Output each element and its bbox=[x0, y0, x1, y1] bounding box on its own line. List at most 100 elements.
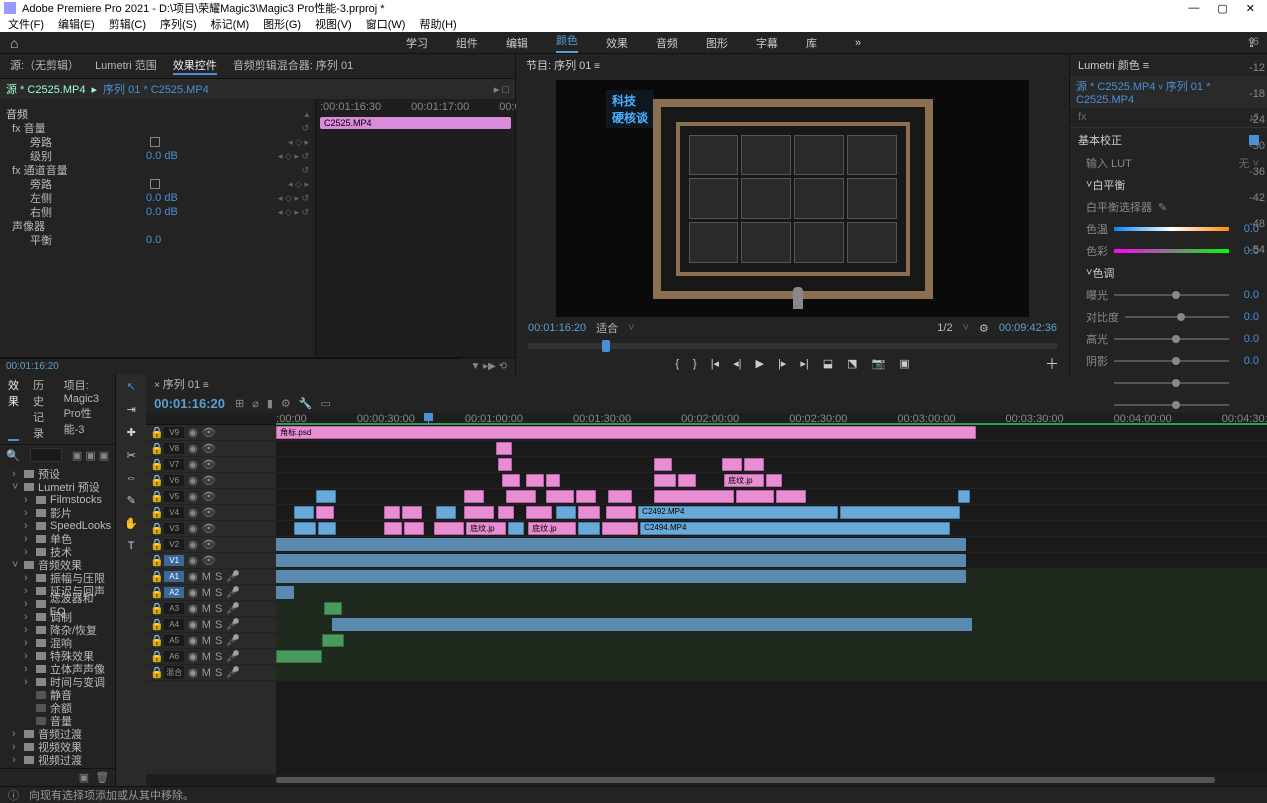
atrack-header[interactable]: 🔒A3◉MS🎤 bbox=[146, 601, 276, 617]
atrack-header[interactable]: 🔒A2◉MS🎤 bbox=[146, 585, 276, 601]
type-tool-icon[interactable]: T bbox=[128, 540, 135, 552]
timeline-clip[interactable] bbox=[508, 522, 524, 535]
settings-icon[interactable]: ⚙ bbox=[979, 322, 989, 335]
menu-file[interactable]: 文件(F) bbox=[8, 16, 44, 32]
menu-sequence[interactable]: 序列(S) bbox=[160, 16, 197, 32]
timeline-clip[interactable] bbox=[506, 490, 536, 503]
efc-keyframe-area[interactable]: :00:01:16:30 00:01:17:00 00:01:17:30 00:… bbox=[315, 99, 515, 357]
timeline-clip[interactable] bbox=[276, 554, 966, 567]
play-icon[interactable]: ▶ bbox=[755, 357, 763, 370]
timeline-clip[interactable] bbox=[496, 442, 512, 455]
tab-audio-mixer[interactable]: 音频剪辑混合器: 序列 01 bbox=[233, 57, 353, 75]
timeline-clip[interactable] bbox=[502, 474, 520, 487]
timeline-clip[interactable] bbox=[384, 522, 402, 535]
go-out-icon[interactable]: ▸| bbox=[800, 357, 808, 370]
tree-item[interactable]: ›视频过渡 bbox=[4, 753, 111, 766]
new-bin-icon[interactable]: ▣ bbox=[79, 771, 89, 784]
home-icon[interactable]: ⌂ bbox=[10, 35, 18, 51]
timeline-clip[interactable] bbox=[294, 522, 316, 535]
timeline-clip[interactable] bbox=[526, 474, 544, 487]
timeline-clip[interactable] bbox=[546, 474, 560, 487]
timeline-clip[interactable] bbox=[526, 506, 552, 519]
vtrack-header[interactable]: 🔒V8◉👁 bbox=[146, 441, 276, 457]
timeline-clip[interactable] bbox=[498, 458, 512, 471]
close-button[interactable]: ✕ bbox=[1246, 2, 1255, 15]
mark-in-icon[interactable]: { bbox=[675, 358, 679, 370]
tab-source[interactable]: 源:（无剪辑） bbox=[10, 57, 79, 75]
trash-icon[interactable]: 🗑 bbox=[95, 771, 109, 784]
atrack-header[interactable]: 🔒A5◉MS🎤 bbox=[146, 633, 276, 649]
timeline-clip[interactable] bbox=[722, 458, 742, 471]
go-in-icon[interactable]: |◂ bbox=[711, 357, 719, 370]
timeline-clip[interactable] bbox=[736, 490, 774, 503]
tl-seq-name[interactable]: 序列 01 bbox=[163, 379, 200, 391]
timeline-clip[interactable] bbox=[654, 458, 672, 471]
selection-tool-icon[interactable]: ↖ bbox=[127, 380, 136, 393]
timeline-clip[interactable] bbox=[276, 538, 966, 551]
vtrack-header[interactable]: 🔒V2◉👁 bbox=[146, 537, 276, 553]
left-value[interactable]: 0.0 dB bbox=[146, 192, 178, 204]
timeline-clip[interactable] bbox=[654, 490, 734, 503]
timeline-clip[interactable] bbox=[324, 602, 342, 615]
timeline-clip[interactable] bbox=[464, 506, 494, 519]
efc-clip[interactable]: C2525.MP4 bbox=[320, 117, 511, 129]
timeline-clip[interactable]: C2492.MP4 bbox=[638, 506, 838, 519]
prog-timecode[interactable]: 00:01:16:20 bbox=[528, 322, 586, 334]
tree-item[interactable]: ˅Lumetri 预设 bbox=[4, 480, 111, 493]
bypass-checkbox[interactable] bbox=[150, 137, 160, 147]
vtrack-header[interactable]: 🔒V1◉👁 bbox=[146, 553, 276, 569]
atrack-header[interactable]: 🔒混合◉MS🎤 bbox=[146, 665, 276, 681]
timeline-clip[interactable] bbox=[404, 522, 424, 535]
step-fwd-icon[interactable]: |▸ bbox=[778, 357, 786, 370]
timeline-clip[interactable] bbox=[606, 506, 636, 519]
button-editor-icon[interactable]: ＋ bbox=[1045, 354, 1059, 374]
vtrack-header[interactable]: 🔒V4◉👁 bbox=[146, 505, 276, 521]
ws-assembly[interactable]: 组件 bbox=[456, 35, 478, 51]
timeline-zoom-scroll[interactable] bbox=[276, 777, 1215, 783]
tl-timecode[interactable]: 00:01:16:20 bbox=[154, 396, 225, 411]
eyedropper-icon[interactable]: ✎ bbox=[1158, 201, 1167, 214]
atrack-header[interactable]: 🔒A6◉MS🎤 bbox=[146, 649, 276, 665]
caption-icon[interactable]: ▭ bbox=[320, 397, 330, 410]
lum-basic[interactable]: 基本校正 bbox=[1078, 132, 1122, 148]
track-headers[interactable]: 🔒V9◉👁🔒V8◉👁🔒V7◉👁🔒V6◉👁🔒V5◉👁🔒V4◉👁🔒V3◉👁🔒V2◉👁… bbox=[146, 425, 276, 774]
menu-clip[interactable]: 剪辑(C) bbox=[109, 16, 146, 32]
menu-help[interactable]: 帮助(H) bbox=[419, 16, 456, 32]
timeline-clip[interactable] bbox=[576, 490, 596, 503]
ws-more-icon[interactable]: » bbox=[855, 37, 861, 49]
ws-captions[interactable]: 字幕 bbox=[756, 35, 778, 51]
menu-marker[interactable]: 标记(M) bbox=[211, 16, 250, 32]
timeline-clip[interactable] bbox=[402, 506, 422, 519]
timeline-clip[interactable] bbox=[316, 490, 336, 503]
vtrack-header[interactable]: 🔒V9◉👁 bbox=[146, 425, 276, 441]
chbypass-checkbox[interactable] bbox=[150, 179, 160, 189]
timeline-clip[interactable] bbox=[318, 522, 336, 535]
track-select-tool-icon[interactable]: ⇥ bbox=[127, 403, 136, 416]
maximize-button[interactable]: ▢ bbox=[1217, 2, 1227, 15]
timeline-clip[interactable] bbox=[678, 474, 696, 487]
timeline-clip[interactable] bbox=[294, 506, 314, 519]
tab-lumetri-scopes[interactable]: Lumetri 范围 bbox=[95, 57, 157, 75]
ws-effects[interactable]: 效果 bbox=[606, 35, 628, 51]
prog-fit[interactable]: 适合 bbox=[596, 320, 618, 336]
vtrack-header[interactable]: 🔒V7◉👁 bbox=[146, 457, 276, 473]
timeline-clip[interactable] bbox=[958, 490, 970, 503]
timeline-clip[interactable] bbox=[578, 506, 600, 519]
ripple-tool-icon[interactable]: ✚ bbox=[127, 426, 136, 439]
effects-tree[interactable]: ›预设˅Lumetri 预设›Filmstocks›影片›SpeedLooks›… bbox=[0, 465, 115, 768]
menu-view[interactable]: 视图(V) bbox=[315, 16, 352, 32]
timeline-clip[interactable]: 底纹.jp bbox=[466, 522, 506, 535]
timeline-clip[interactable] bbox=[434, 522, 464, 535]
timeline-clip[interactable] bbox=[744, 458, 764, 471]
link-icon[interactable]: ⌀ bbox=[252, 397, 259, 410]
program-viewport[interactable]: 科技硬核谈 bbox=[556, 80, 1029, 317]
settings-icon-tl[interactable]: ⚙ bbox=[281, 397, 291, 410]
timeline-clip[interactable] bbox=[654, 474, 676, 487]
step-back-icon[interactable]: ◂| bbox=[733, 357, 741, 370]
timeline-clip[interactable]: 角标.psd bbox=[276, 426, 976, 439]
timeline-clip[interactable] bbox=[322, 634, 344, 647]
menu-graphics[interactable]: 图形(G) bbox=[263, 16, 301, 32]
efc-timecode[interactable]: 00:01:16:20 bbox=[0, 358, 462, 374]
razor-tool-icon[interactable]: ✂ bbox=[127, 449, 136, 462]
menu-window[interactable]: 窗口(W) bbox=[366, 16, 406, 32]
